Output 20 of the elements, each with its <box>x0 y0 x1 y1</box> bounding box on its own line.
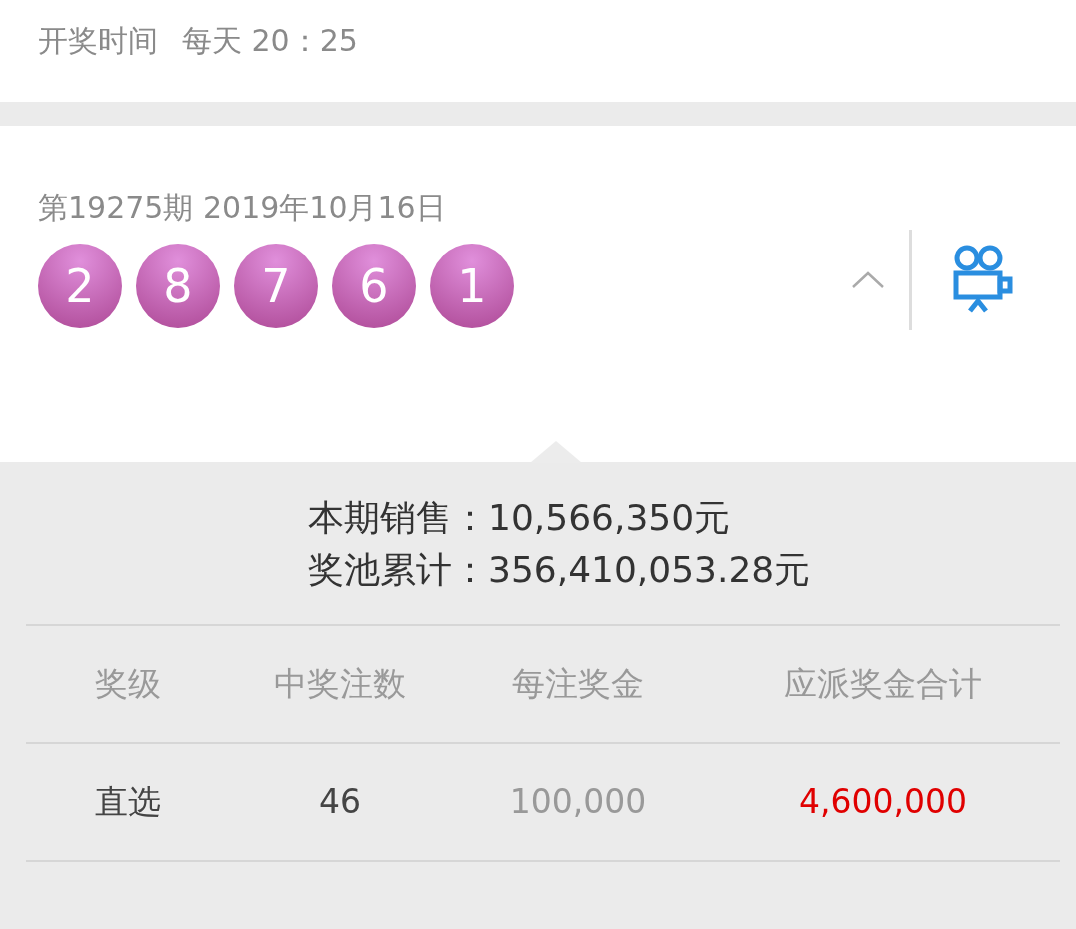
column-header: 中奖注数 <box>274 664 406 704</box>
number-ball: 2 <box>38 244 122 328</box>
summary-line: 奖池累计：356,410,053.28元 <box>307 548 812 592</box>
chevron-up-icon[interactable] <box>851 270 885 290</box>
number-ball: 1 <box>430 244 514 328</box>
table-cell: 100,000 <box>509 782 647 822</box>
number-ball: 6 <box>332 244 416 328</box>
video-camera-icon[interactable] <box>952 245 1016 315</box>
draw-time-value: 每天 20：25 <box>182 23 358 58</box>
column-header: 每注奖金 <box>512 664 644 704</box>
issue-date: 第19275期 2019年10月16日 <box>38 189 447 227</box>
draw-time-label: 开奖时间 <box>38 23 158 58</box>
table-cell: 直选 <box>95 782 161 822</box>
table-cell: 46 <box>319 782 361 822</box>
column-header: 奖级 <box>95 664 161 704</box>
number-ball: 7 <box>234 244 318 328</box>
number-ball: 8 <box>136 244 220 328</box>
column-header: 应派奖金合计 <box>784 664 982 704</box>
summary-line: 本期销售：10,566,350元 <box>307 496 732 540</box>
table-cell: 4,600,000 <box>799 782 967 822</box>
